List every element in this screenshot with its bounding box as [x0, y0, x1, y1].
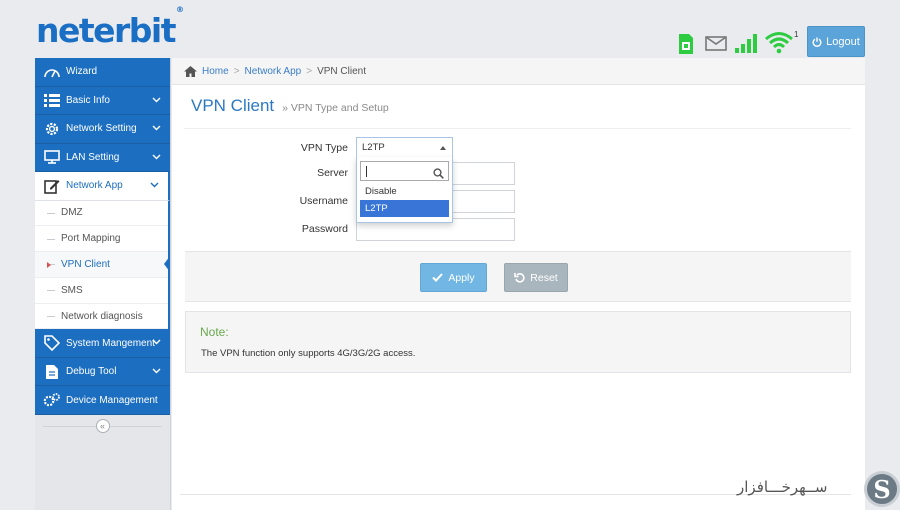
action-bar: Apply Reset — [185, 251, 851, 302]
reset-label: Reset — [530, 271, 558, 284]
chevron-down-icon — [152, 152, 161, 163]
sidebar-item-label: Debug Tool — [66, 366, 117, 378]
sidebar-item-label: Device Management — [66, 394, 158, 406]
vpn-type-select[interactable]: L2TP — [356, 137, 453, 158]
server-row: Server — [172, 161, 865, 185]
sidebar-subitem-dmz[interactable]: DMZ — [35, 201, 168, 227]
logout-label: Logout — [826, 35, 860, 48]
dropdown-option-l2tp[interactable]: L2TP — [360, 200, 449, 217]
sidebar-item-debug-tool[interactable]: Debug Tool — [35, 357, 170, 387]
chevron-down-icon — [152, 123, 161, 134]
sidebar-item-basic-info[interactable]: Basic Info — [35, 86, 170, 115]
watermark: ســهر‌خـــافزار S — [735, 468, 900, 510]
username-row: Username — [172, 189, 865, 213]
vpn-type-selected-value: L2TP — [362, 142, 385, 153]
page-subtitle: » VPN Type and Setup — [282, 102, 389, 114]
main-content: Home > Network App > VPN Client VPN Clie… — [172, 58, 865, 510]
breadcrumb-current: VPN Client — [317, 65, 366, 77]
file-icon — [43, 364, 61, 380]
search-icon — [433, 166, 444, 184]
sidebar: Wizard Basic Info Network Setting LAN Se… — [35, 58, 171, 510]
text-cursor — [366, 166, 367, 177]
sidebar-item-network-setting[interactable]: Network Setting — [35, 115, 170, 144]
vpn-type-label: VPN Type — [300, 142, 348, 154]
edit-icon — [43, 178, 61, 194]
sidebar-item-label: Wizard — [66, 66, 98, 78]
sidebar-item-network-app[interactable]: Network App — [35, 172, 170, 201]
active-indicator — [164, 256, 170, 273]
signal-strength-icon — [735, 33, 759, 58]
server-label: Server — [317, 167, 348, 179]
power-icon — [812, 37, 822, 47]
note-text: The VPN function only supports 4G/3G/2G … — [201, 348, 416, 359]
caret-up-icon — [440, 146, 446, 150]
breadcrumb-separator: > — [233, 65, 240, 77]
check-icon — [432, 273, 444, 282]
sidebar-item-lan-setting[interactable]: LAN Setting — [35, 143, 170, 172]
list-icon — [43, 92, 61, 108]
chevron-down-icon — [150, 180, 159, 191]
sidebar-subitem-port-mapping[interactable]: Port Mapping — [35, 226, 168, 253]
page-title: VPN Client — [191, 96, 275, 115]
top-header: neterbit® 1 Logout — [0, 0, 900, 58]
sidebar-subitem-label: VPN Client — [61, 258, 110, 270]
breadcrumb: Home > Network App > VPN Client — [172, 58, 865, 85]
chevron-down-icon — [152, 95, 161, 106]
sidebar-subitem-vpn-client[interactable]: VPN Client — [35, 252, 170, 278]
note-panel: Note: The VPN function only supports 4G/… — [185, 311, 851, 373]
sidebar-item-device-management[interactable]: Device Management — [35, 386, 170, 415]
password-label: Password — [301, 223, 348, 235]
wifi-count-badge: 1 — [794, 30, 799, 39]
chevron-down-icon — [152, 366, 161, 377]
sim-card-icon — [678, 33, 694, 60]
home-icon — [184, 65, 197, 77]
sidebar-subitem-network-diagnosis[interactable]: Network diagnosis — [35, 304, 168, 330]
sidebar-item-wizard[interactable]: Wizard — [35, 58, 170, 87]
neterbit-logo: neterbit® — [36, 5, 185, 50]
sidebar-item-label: Basic Info — [66, 94, 110, 106]
reset-button[interactable]: Reset — [504, 263, 568, 292]
password-row: Password — [172, 217, 865, 241]
apply-button[interactable]: Apply — [420, 263, 487, 292]
header-divider — [184, 128, 851, 129]
tag-icon — [43, 335, 61, 352]
mail-icon[interactable] — [705, 36, 727, 56]
sidebar-item-label: LAN Setting — [66, 151, 120, 163]
watermark-logo: S — [864, 471, 900, 507]
dropdown-search-box[interactable] — [360, 161, 449, 181]
username-label: Username — [299, 195, 348, 207]
page-header: VPN Client » VPN Type and Setup — [191, 96, 389, 116]
gear-icon — [43, 121, 61, 137]
apply-label: Apply — [448, 271, 475, 284]
vpn-type-dropdown: Disable L2TP — [356, 157, 453, 223]
sidebar-collapse-row: « — [35, 415, 170, 437]
sidebar-item-label: Network App — [66, 180, 123, 192]
note-title: Note: — [200, 325, 229, 339]
undo-icon — [514, 273, 525, 283]
chevron-down-icon — [152, 337, 161, 348]
speedometer-icon — [43, 64, 61, 80]
sidebar-subitem-sms[interactable]: SMS — [35, 278, 168, 304]
watermark-text: ســهر‌خـــافزار — [737, 478, 828, 496]
sidebar-item-label: Network Setting — [66, 123, 137, 135]
dropdown-option-disable[interactable]: Disable — [360, 183, 449, 200]
breadcrumb-network-app-link[interactable]: Network App — [245, 66, 302, 77]
sidebar-item-label: System Mangement — [66, 337, 155, 349]
wifi-icon — [764, 30, 794, 59]
monitor-icon — [43, 149, 61, 165]
breadcrumb-home-link[interactable]: Home — [202, 66, 229, 77]
breadcrumb-separator: > — [306, 65, 313, 77]
collapse-sidebar-button[interactable]: « — [95, 418, 110, 433]
network-app-submenu: DMZ Port Mapping VPN Client SMS Network … — [35, 200, 170, 330]
sidebar-item-system-management[interactable]: System Mangement — [35, 329, 170, 358]
logout-button[interactable]: Logout — [807, 26, 865, 57]
vpn-type-row: VPN Type — [172, 137, 865, 159]
gears-icon — [43, 392, 61, 408]
